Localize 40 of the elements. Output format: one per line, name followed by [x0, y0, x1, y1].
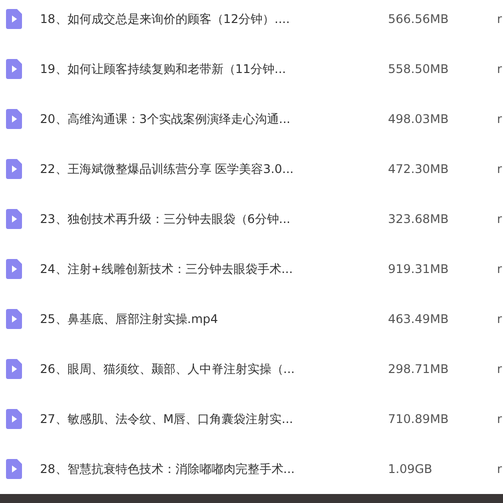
file-size: 472.30MB [388, 162, 450, 176]
file-name[interactable]: 26、眼周、猫须纹、颞部、人中脊注射实操（... [40, 360, 388, 378]
file-name[interactable]: 23、独创技术再升级：三分钟去眼袋（6分钟... [40, 210, 388, 228]
file-size: 298.71MB [388, 362, 450, 376]
file-size: 1.09GB [388, 462, 434, 476]
video-file-icon [6, 209, 22, 229]
table-cell: r [497, 62, 503, 76]
video-file-icon [6, 409, 22, 429]
file-name[interactable]: 24、注射+线雕创新技术：三分钟去眼袋手术... [40, 260, 388, 278]
file-size: 558.50MB [388, 62, 450, 76]
file-size: 463.49MB [388, 312, 450, 326]
video-file-icon [6, 309, 22, 329]
table-cell: r [497, 462, 503, 476]
file-name[interactable]: 28、智慧抗衰特色技术：消除嘟嘟肉完整手术... [40, 460, 388, 478]
file-size: 323.68MB [388, 212, 450, 226]
file-size: 919.31MB [388, 262, 450, 276]
file-name[interactable]: 18、如何成交总是来询价的顾客（12分钟）.... [40, 10, 388, 28]
file-name[interactable]: 27、敏感肌、法令纹、M唇、口角囊袋注射实... [40, 410, 388, 428]
video-file-icon [6, 159, 22, 179]
video-file-icon [6, 259, 22, 279]
table-cell: r [497, 112, 503, 126]
video-file-icon [6, 459, 22, 479]
file-name[interactable]: 19、如何让顾客持续复购和老带新（11分钟... [40, 60, 388, 78]
video-file-icon [6, 109, 22, 129]
table-cell: r [497, 362, 503, 376]
table-cell: r [497, 12, 503, 26]
file-name[interactable]: 22、王海斌微整爆品训练营分享 医学美容3.0... [40, 160, 388, 178]
video-file-icon [6, 9, 22, 29]
video-file-icon [6, 59, 22, 79]
file-name[interactable]: 25、鼻基底、唇部注射实操.mp4 [40, 310, 388, 328]
file-size: 498.03MB [388, 112, 450, 126]
video-file-icon [6, 359, 22, 379]
table-cell: r [497, 262, 503, 276]
file-size: 710.89MB [388, 412, 450, 426]
table-cell: r [497, 162, 503, 176]
table-cell: r [497, 212, 503, 226]
table-cell: r [497, 412, 503, 426]
file-size: 566.56MB [388, 12, 450, 26]
table-cell: r [497, 312, 503, 326]
file-name[interactable]: 20、高维沟通课：3个实战案例演绎走心沟通... [40, 110, 388, 128]
